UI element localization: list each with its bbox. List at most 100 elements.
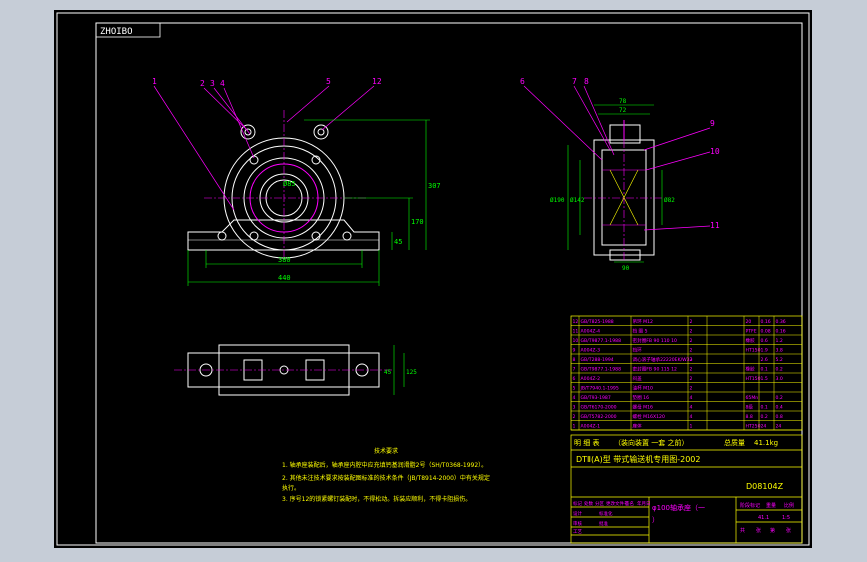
part-name-2: ） — [652, 516, 659, 524]
parts-table-cell: 2.6 — [761, 357, 768, 363]
parts-table-cell: JB/T7940.1-1995 — [580, 386, 619, 392]
tech-item: 1. 轴承座装配后，轴承座内腔中应充填钙基润滑脂2号（SH/T0368-1992… — [282, 461, 487, 469]
parts-table-cell: 0.8 — [776, 414, 783, 420]
parts-table-cell: 2 — [690, 367, 693, 373]
tech-item: 2. 其他未注技术要求按装配图标准的技术条件（JB/T8914-2000）中有关… — [282, 474, 490, 482]
tech-item: 执行。 — [282, 484, 300, 492]
parts-table-cell: 垫圈 16 — [633, 394, 650, 401]
parts-table-cell: 8.8 — [746, 414, 753, 420]
parts-table-cell: 5 — [573, 386, 576, 392]
parts-table-cell: GB/T9877.1-1988 — [581, 338, 622, 344]
parts-table-cell: GB/T825-1988 — [581, 319, 614, 325]
parts-table-cell: PTFE — [746, 329, 757, 335]
front-leaders — [153, 85, 375, 211]
plan-dims — [393, 345, 405, 395]
cad-drawing: ZHOIBO 1 2 3 4 5 12 380 440 Ø85 307 170 … — [56, 12, 810, 546]
parts-table-cell: 2 — [690, 338, 693, 344]
parts-table-cell: 0.08 — [761, 329, 771, 335]
scale-label: 比例 — [784, 502, 794, 509]
section-leaders — [523, 85, 711, 231]
dim-label: 90 — [622, 265, 630, 272]
tech-requirements: 技术要求 1. 轴承座装配后，轴承座内腔中应充填钙基润滑脂2号（SH/T0368… — [282, 447, 490, 503]
revision-labels: 标记 处数 分区 更改文件号 签名 年月日 设计 审核 工艺 标准化 批准 — [573, 500, 651, 535]
parts-table-cell: 65Mn — [746, 395, 759, 401]
parts-table-cell: 10 — [573, 338, 579, 344]
callout: 3 — [210, 79, 215, 88]
dim-label: Ø82 — [664, 197, 675, 204]
tech-item: 3. 序号12的锁紧螺钉装配时，不得松动。拆装应顺利，不得卡阻损伤。 — [282, 495, 471, 503]
parts-table-cell: 4 — [690, 414, 693, 420]
parts-table-cell: 1.5 — [761, 376, 768, 382]
parts-table-cell: 1.2 — [776, 338, 783, 344]
parts-table-cell: 油杯 M10 — [633, 385, 654, 392]
parts-table-cell: 0.16 — [776, 329, 786, 335]
front-view — [187, 124, 380, 259]
dim-label: 440 — [278, 274, 291, 282]
parts-table-cell: 吊环 M12 — [633, 319, 654, 325]
lug-right-hole — [317, 128, 325, 136]
parts-table-cell: A004Z-4 — [581, 329, 601, 335]
callout: 11 — [710, 221, 720, 230]
parts-table-cell: 3.8 — [776, 348, 783, 354]
parts-table-cell: A004Z-1 — [581, 424, 601, 430]
role-label: 审核 — [573, 520, 582, 527]
callout: 12 — [372, 77, 382, 86]
parts-table-cell: 1 — [690, 424, 693, 430]
front-dim-labels: 380 440 Ø85 307 170 45 — [278, 180, 441, 282]
parts-table-cell: 密封圈FB 90 115 12 — [633, 366, 677, 373]
callout: 6 — [520, 77, 525, 86]
parts-table-cell: 0.6 — [761, 338, 768, 344]
callout: 8 — [584, 77, 589, 86]
weight-value: 41.1 — [758, 515, 769, 521]
parts-table-cell: 20 — [746, 319, 752, 325]
parts-table-cell: GB/T9877.1-1988 — [581, 367, 622, 373]
title-block-text: 明 细 表 （装向装置 一套 之前） 总质量 41.1kg DTⅡ(A)型 带式… — [573, 438, 794, 535]
rev-label: 分区 — [595, 500, 604, 507]
parts-table-cell: 挡 圈 5 — [633, 328, 648, 335]
parts-table-cell: GB/T93-1987 — [581, 395, 611, 401]
rev-label: 标记 — [573, 500, 582, 507]
parts-table-cell: GB/T5782-2000 — [581, 414, 617, 420]
dim-label: 307 — [428, 182, 441, 190]
parts-list-title: 明 细 表 — [574, 438, 599, 447]
section-hatch — [584, 140, 664, 260]
rev-label: 处数 — [584, 500, 593, 507]
parts-table-cell: 9 — [573, 348, 576, 354]
sheet-unit: 张 — [756, 527, 761, 534]
parts-table-cell: 螺母 M16 — [633, 404, 654, 411]
parts-table-cell: 橡胶 — [746, 337, 756, 344]
parts-table-cell: 3 — [573, 405, 576, 411]
front-callouts: 1 2 3 4 5 12 — [152, 77, 382, 88]
parts-table-cell: A004Z-2 — [581, 376, 601, 382]
parts-table-cell: 2 — [690, 329, 693, 335]
parts-table-cell: 12 — [573, 319, 579, 325]
parts-table-cell: GB/T288-1994 — [581, 357, 614, 363]
parts-table-cell: 7 — [573, 367, 576, 373]
dim-label: Ø142 — [570, 197, 585, 204]
parts-table-cell: 2 — [573, 414, 576, 420]
callout: 1 — [152, 77, 157, 86]
parts-table-cell: GB/T6170-2000 — [581, 405, 617, 411]
callout: 2 — [200, 79, 205, 88]
role-label: 标准化 — [599, 510, 613, 517]
stamp-text: ZHOIBO — [100, 27, 133, 37]
parts-table-cell: 2 — [690, 348, 693, 354]
role-label: 批准 — [599, 520, 608, 527]
parts-table: 12 GB/T825-1988 吊环 M12 2 20 0.16 0.3611 A004Z-4… — [570, 315, 803, 431]
parts-table-cell: 0.1 — [761, 367, 768, 373]
drawing-number: D08104Z — [746, 482, 784, 491]
parts-table-cell: 2 — [690, 319, 693, 325]
callout: 10 — [710, 147, 720, 156]
parts-table-cell: 6 — [573, 376, 576, 382]
parts-table-cell: 4 — [690, 405, 693, 411]
dim-label: 380 — [278, 256, 291, 264]
section-dims — [567, 104, 663, 263]
sheet-total: 共 — [740, 527, 745, 534]
parts-table-cell: 24 — [776, 424, 782, 430]
parts-table-cell: 8 — [573, 357, 576, 363]
parts-table-cell: HT150 — [746, 376, 761, 382]
part-name: φ100轴承座（一 — [652, 503, 705, 512]
dim-label: 72 — [619, 107, 627, 114]
parts-table-cell: 5.2 — [776, 357, 783, 363]
parts-table-cell: 24 — [761, 424, 767, 430]
